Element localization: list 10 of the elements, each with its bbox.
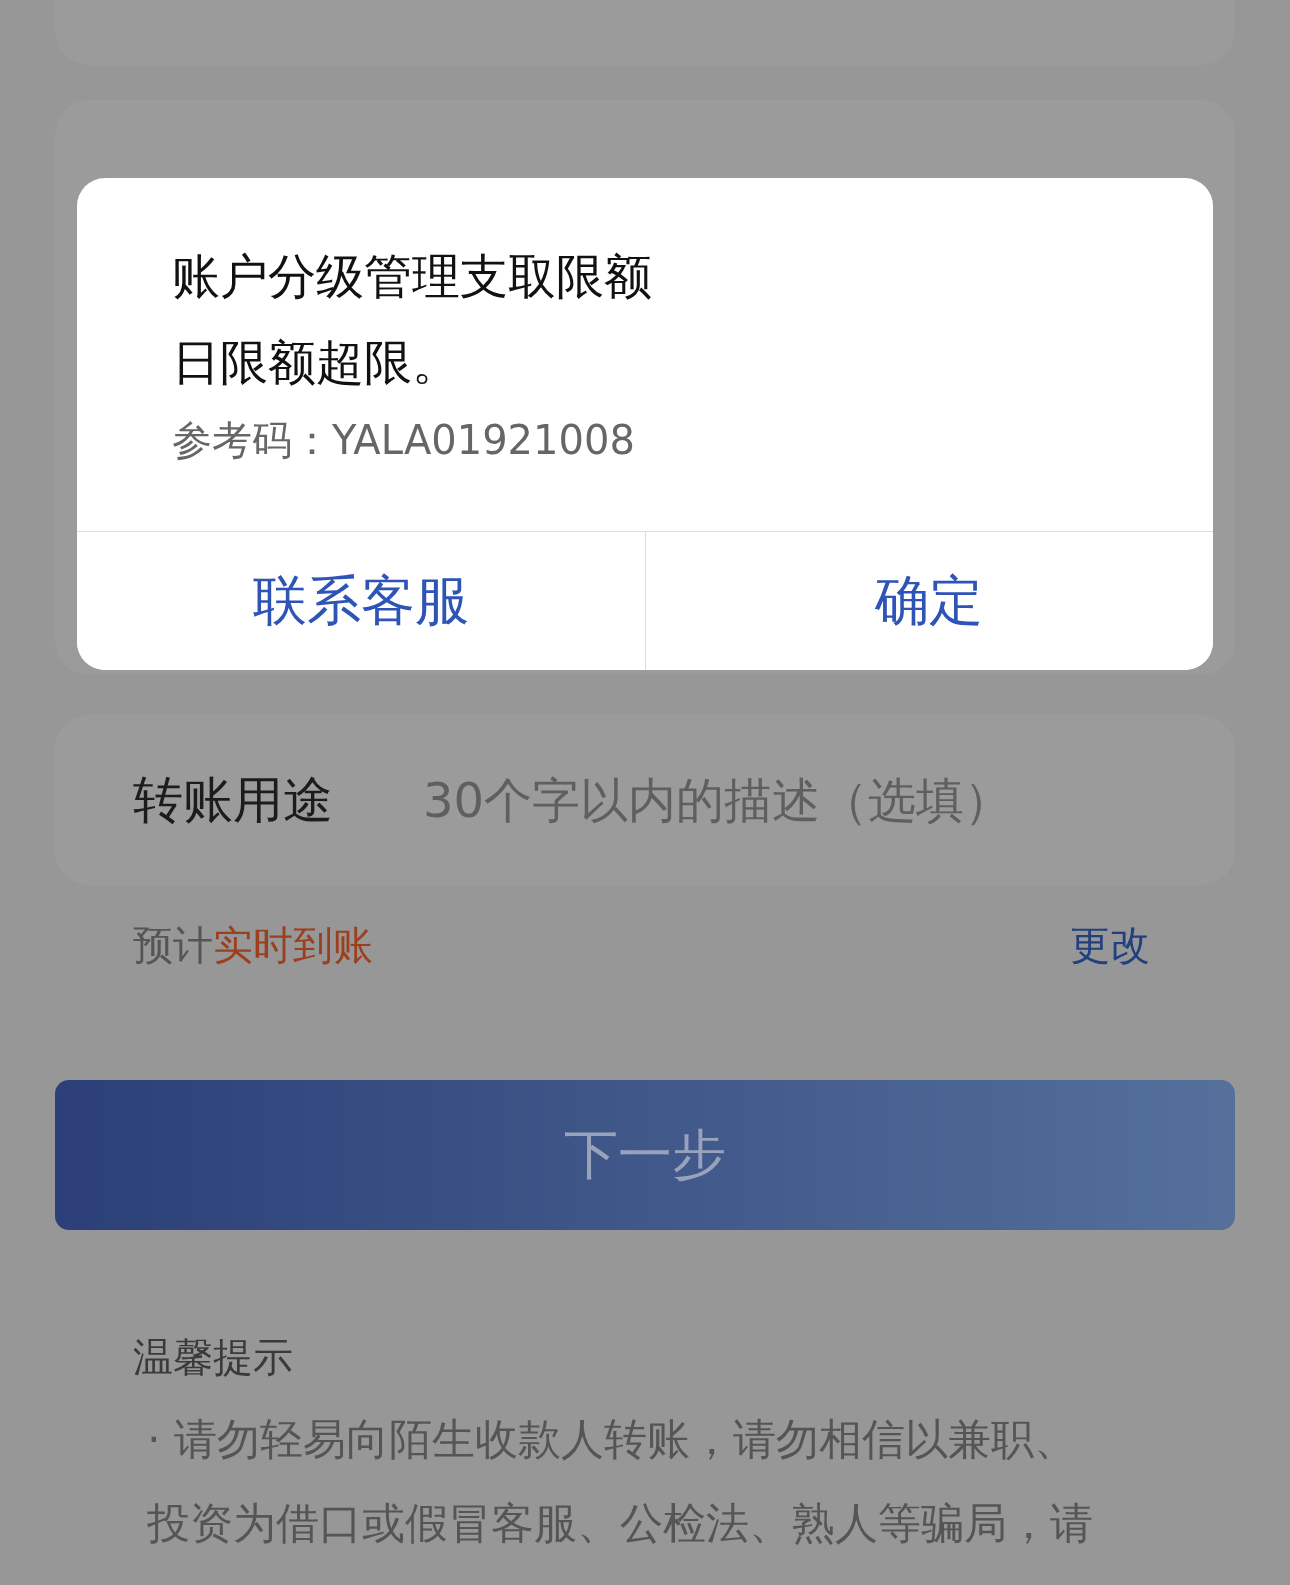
purpose-input[interactable]: 30个字以内的描述（选填） [423, 772, 1157, 828]
tip-text: · 请勿轻易向陌生收款人转账，请勿相信以兼职、投资为借口或假冒客服、公检法、熟人等骗局，请 [146, 1413, 1094, 1550]
purpose-label: 转账用途 [133, 769, 333, 831]
reference-code: 参考码：YALA01921008 [172, 416, 636, 465]
arrival-text: 预计实时到账 [133, 920, 373, 970]
dialog-message: 日限额超限。 [172, 333, 461, 392]
tips-title: 温馨提示 [133, 1333, 294, 1382]
change-link[interactable]: 更改 [1070, 917, 1150, 973]
dialog-message: 账户分级管理支取限额 [172, 247, 653, 306]
dialog-button[interactable]: 确定 [644, 532, 1213, 670]
